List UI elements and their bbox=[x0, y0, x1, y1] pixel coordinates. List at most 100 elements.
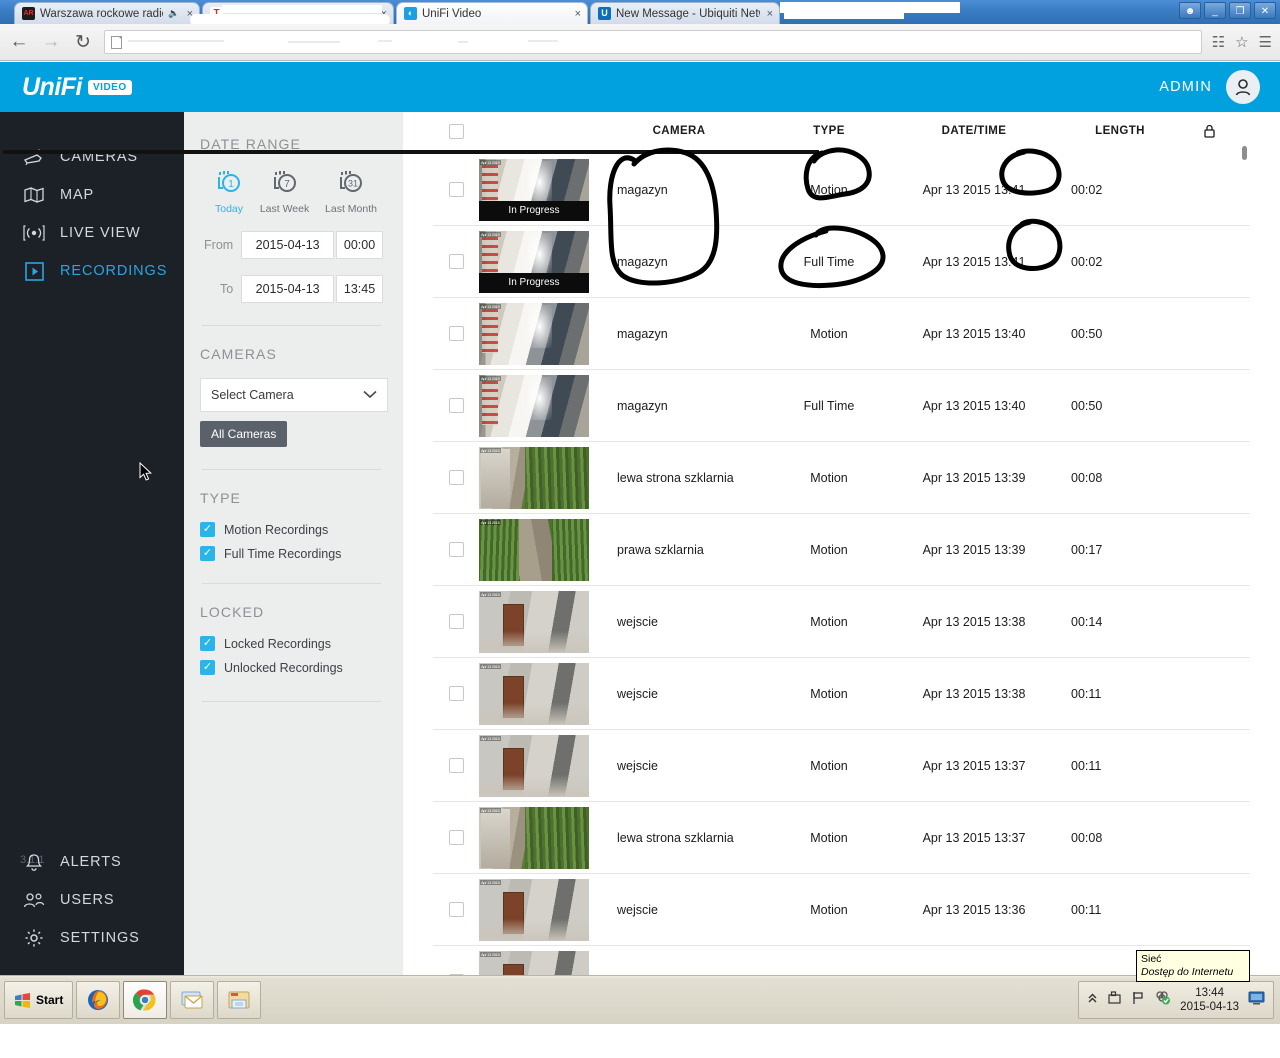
checkbox-motion-recordings[interactable]: ✓ Motion Recordings bbox=[200, 522, 383, 537]
sidebar-item-cameras[interactable]: CAMERAS bbox=[0, 138, 184, 176]
scrollbar-thumb[interactable] bbox=[1242, 146, 1247, 160]
recording-thumbnail[interactable]: Apr 13 2015 In Progress bbox=[479, 158, 589, 221]
table-row[interactable]: Apr 13 2015 lewa strona szklarnia Motion Ap… bbox=[433, 802, 1250, 874]
chrome-menu-icon[interactable]: ☰ bbox=[1259, 33, 1272, 51]
browser-tab-unifi-video[interactable]: ◐ UniFi Video × bbox=[396, 2, 588, 24]
sidebar-item-alerts[interactable]: ALERTS bbox=[0, 843, 184, 881]
show-hidden-icon[interactable] bbox=[1087, 991, 1098, 1009]
recording-thumbnail-cell[interactable]: Apr 13 2015 bbox=[479, 590, 589, 653]
table-row[interactable]: Apr 13 2015 lewa strona szklarnia Motion Ap… bbox=[433, 442, 1250, 514]
table-row[interactable]: Apr 13 2015 In Progress magazyn Motion Apr 1… bbox=[433, 154, 1250, 226]
address-bar[interactable] bbox=[104, 30, 1202, 54]
recording-thumbnail-cell[interactable]: Apr 13 2015 bbox=[479, 734, 589, 797]
close-icon[interactable]: × bbox=[765, 8, 773, 20]
safely-remove-icon[interactable] bbox=[1107, 990, 1122, 1010]
user-icon[interactable]: ☻ bbox=[1179, 2, 1201, 19]
restore-icon[interactable]: ❐ bbox=[1229, 2, 1251, 19]
reload-button[interactable]: ↻ bbox=[72, 31, 94, 54]
row-checkbox[interactable] bbox=[433, 902, 479, 917]
scrollbar-track[interactable] bbox=[1241, 258, 1248, 1058]
recording-thumbnail-cell[interactable]: Apr 13 2015 bbox=[479, 374, 589, 437]
sidebar-item-map[interactable]: MAP bbox=[0, 176, 184, 214]
sidebar-item-users[interactable]: USERS bbox=[0, 881, 184, 919]
recording-thumbnail[interactable]: Apr 13 2015 bbox=[479, 734, 589, 797]
table-row[interactable]: Apr 13 2015 In Progress magazyn Full Time Ap… bbox=[433, 226, 1250, 298]
checkbox-full-time-recordings[interactable]: ✓ Full Time Recordings bbox=[200, 546, 383, 561]
explorer-taskbar-icon[interactable] bbox=[217, 981, 262, 1019]
row-checkbox[interactable] bbox=[433, 614, 479, 629]
recording-thumbnail[interactable]: Apr 13 2015 bbox=[479, 302, 589, 365]
row-checkbox[interactable] bbox=[433, 254, 479, 269]
lock-icon[interactable] bbox=[1169, 124, 1249, 138]
table-row[interactable]: Apr 13 2015 wejscie Motion Apr 13 2015 13:3… bbox=[433, 730, 1250, 802]
admin-label[interactable]: ADMIN bbox=[1159, 79, 1212, 95]
recording-thumbnail-cell[interactable]: Apr 13 2015 In Progress bbox=[479, 230, 589, 293]
mail-taskbar-icon[interactable] bbox=[170, 981, 215, 1019]
speaker-icon[interactable]: 🔈 bbox=[168, 8, 179, 19]
select-all-checkbox[interactable] bbox=[433, 123, 479, 139]
table-row[interactable]: Apr 13 2015 wejscie Motion Apr 13 2015 13:3… bbox=[433, 874, 1250, 946]
recording-thumbnail[interactable]: Apr 13 2015 bbox=[479, 374, 589, 437]
network-icon[interactable] bbox=[1154, 990, 1171, 1010]
from-date-input[interactable]: 2015-04-13 bbox=[241, 231, 335, 259]
row-checkbox[interactable] bbox=[433, 758, 479, 773]
recording-thumbnail[interactable]: Apr 13 2015 bbox=[479, 878, 589, 941]
row-checkbox[interactable] bbox=[433, 182, 479, 197]
recording-thumbnail-cell[interactable]: Apr 13 2015 bbox=[479, 302, 589, 365]
table-row[interactable]: Apr 13 2015 wejscie Motion Apr 13 2015 13:3… bbox=[433, 586, 1250, 658]
recording-thumbnail[interactable]: Apr 13 2015 In Progress bbox=[479, 230, 589, 293]
to-date-input[interactable]: 2015-04-13 bbox=[241, 275, 335, 303]
recording-thumbnail[interactable]: Apr 13 2015 bbox=[479, 590, 589, 653]
sidebar-item-settings[interactable]: SETTINGS bbox=[0, 919, 184, 957]
row-checkbox[interactable] bbox=[433, 470, 479, 485]
bookmark-star-icon[interactable]: ☆ bbox=[1235, 33, 1248, 51]
camera-select[interactable]: Select Camera bbox=[200, 378, 388, 412]
from-time-input[interactable]: 00:00 bbox=[336, 231, 383, 259]
table-row[interactable]: Apr 13 2015 wejscie Motion Apr 13 2015 13:3… bbox=[433, 658, 1250, 730]
user-avatar-icon[interactable] bbox=[1226, 70, 1260, 104]
recording-thumbnail[interactable]: Apr 13 2015 bbox=[479, 662, 589, 725]
taskbar-clock[interactable]: 13:44 2015-04-13 bbox=[1180, 986, 1239, 1014]
recording-thumbnail[interactable]: Apr 13 2015 bbox=[479, 518, 589, 581]
table-row[interactable]: Apr 13 2015 magazyn Motion Apr 13 2015 13:4… bbox=[433, 298, 1250, 370]
to-time-input[interactable]: 13:45 bbox=[336, 275, 383, 303]
back-button[interactable]: ← bbox=[8, 31, 30, 53]
flag-icon[interactable] bbox=[1131, 991, 1145, 1010]
quick-range-today[interactable]: 1 Today bbox=[214, 168, 244, 215]
table-row[interactable]: Apr 13 2015 magazyn Full Time Apr 13 2015 1… bbox=[433, 370, 1250, 442]
recording-thumbnail[interactable]: Apr 13 2015 bbox=[479, 446, 589, 509]
chrome-taskbar-icon[interactable] bbox=[123, 981, 168, 1019]
close-icon[interactable]: ✕ bbox=[1254, 2, 1276, 19]
camera-column-header[interactable]: CAMERA bbox=[589, 125, 769, 137]
quick-range-last-week[interactable]: 7 Last Week bbox=[260, 168, 309, 215]
quick-range-last-month[interactable]: 31 Last Month bbox=[325, 168, 377, 215]
recording-thumbnail-cell[interactable]: Apr 13 2015 bbox=[479, 446, 589, 509]
browser-tab-radio[interactable]: Warszawa rockowe radio 🔈 × bbox=[14, 2, 200, 24]
all-cameras-button[interactable]: All Cameras bbox=[200, 421, 288, 447]
forward-button[interactable]: → bbox=[40, 31, 62, 53]
recording-thumbnail-cell[interactable]: Apr 13 2015 bbox=[479, 806, 589, 869]
row-checkbox[interactable] bbox=[433, 326, 479, 341]
browser-tab-new-message[interactable]: U New Message - Ubiquiti Netw × bbox=[590, 2, 780, 24]
firefox-taskbar-icon[interactable] bbox=[76, 981, 121, 1019]
sidebar-item-recordings[interactable]: RECORDINGS bbox=[0, 252, 184, 290]
row-checkbox[interactable] bbox=[433, 542, 479, 557]
recording-thumbnail[interactable]: Apr 13 2015 bbox=[479, 806, 589, 869]
table-row[interactable]: Apr 13 2015 prawa szklarnia Motion Apr 13 2… bbox=[433, 514, 1250, 586]
row-checkbox[interactable] bbox=[433, 686, 479, 701]
row-checkbox[interactable] bbox=[433, 398, 479, 413]
minimize-icon[interactable]: _ bbox=[1204, 2, 1226, 19]
row-checkbox[interactable] bbox=[433, 830, 479, 845]
translate-icon[interactable]: ☷ bbox=[1212, 33, 1225, 51]
recording-thumbnail-cell[interactable]: Apr 13 2015 bbox=[479, 518, 589, 581]
start-button[interactable]: Start bbox=[4, 981, 74, 1019]
show-desktop-icon[interactable] bbox=[1248, 991, 1265, 1010]
recording-thumbnail-cell[interactable]: Apr 13 2015 In Progress bbox=[479, 158, 589, 221]
close-icon[interactable]: × bbox=[573, 8, 581, 20]
datetime-column-header[interactable]: DATE/TIME bbox=[889, 125, 1059, 137]
recording-thumbnail-cell[interactable]: Apr 13 2015 bbox=[479, 662, 589, 725]
sidebar-item-live-view[interactable]: LIVE VIEW bbox=[0, 214, 184, 252]
recording-thumbnail-cell[interactable]: Apr 13 2015 bbox=[479, 878, 589, 941]
type-column-header[interactable]: TYPE bbox=[769, 125, 889, 137]
length-column-header[interactable]: LENGTH bbox=[1059, 125, 1169, 137]
